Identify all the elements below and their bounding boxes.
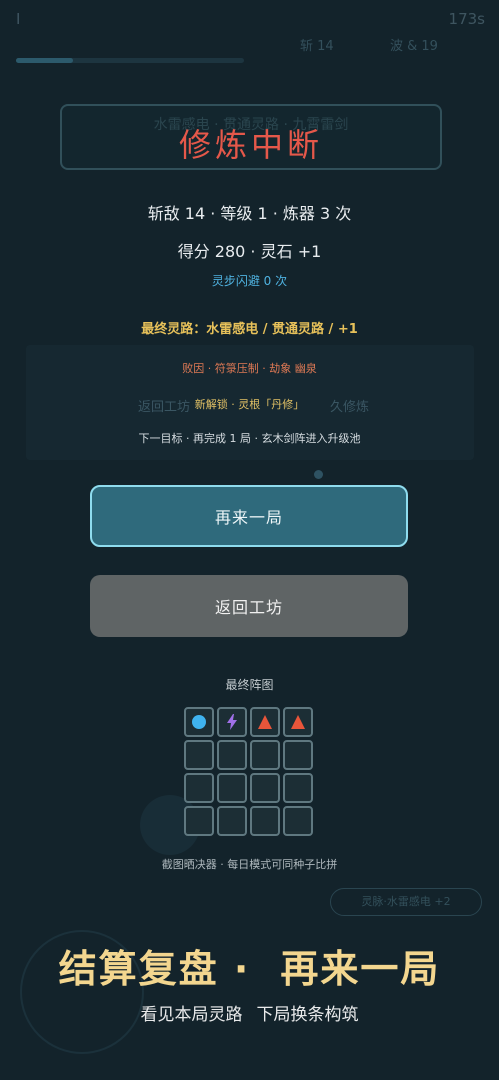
background-dot: [314, 470, 323, 479]
formation-cell: [283, 773, 313, 803]
result-new-unlock: 新解锁 · 灵根「丹修」: [194, 398, 305, 411]
formation-cell: [217, 806, 247, 836]
result-title-box: 水雷感电 · 贯通灵路 · 九霄雷剑 修炼中断: [60, 104, 442, 170]
formation-footer: 截图晒决器 · 每日模式可同种子比拼: [161, 858, 338, 871]
promo-banner-title: 结算复盘 · 再来一局: [0, 938, 499, 993]
final-formation-label: 最终阵图: [225, 678, 274, 692]
banner-subtitle-left: 看见本局灵路: [140, 1005, 243, 1025]
hud-progress-bar: [16, 58, 244, 63]
banner-title-left: 结算复盘 ·: [58, 947, 251, 991]
formation-cell: [217, 773, 247, 803]
water-orb-icon: [192, 715, 206, 729]
result-stats: 斩敌 14 · 等级 1 · 炼器 3 次: [147, 204, 352, 223]
hud-wave-count: 波 & 19: [390, 39, 438, 54]
fire-triangle-icon: [258, 715, 272, 729]
hud-level: Ⅰ: [16, 10, 21, 28]
background-hint-pill: 灵脉·水雷感电 +2: [330, 888, 482, 916]
banner-title-right: 再来一局: [280, 947, 441, 991]
formation-cell: [250, 806, 280, 836]
promo-banner-subtitle: 看见本局灵路 下局换条构筑: [0, 1000, 499, 1025]
formation-cell: [184, 773, 214, 803]
result-dodge: 灵步闪避 0 次: [211, 274, 288, 288]
formation-cell: [250, 707, 280, 737]
lightning-icon: [227, 714, 237, 730]
formation-cell: [217, 707, 247, 737]
retry-button[interactable]: 再来一局: [90, 485, 408, 547]
result-defeat-cause: 败因 · 符箓压制 · 劫象 幽泉: [182, 362, 317, 375]
hud-kill-count: 斩 14: [300, 39, 334, 54]
result-final-route: 最终灵路：水雷感电 / 贯通灵路 / +1: [141, 322, 358, 337]
result-title: 修炼中断: [178, 126, 323, 164]
formation-cell: [283, 806, 313, 836]
formation-cell: [184, 707, 214, 737]
formation-cell: [184, 740, 214, 770]
formation-cell: [184, 806, 214, 836]
final-formation-grid: [184, 707, 316, 836]
fire-triangle-icon: [291, 715, 305, 729]
formation-cell: [217, 740, 247, 770]
formation-cell: [283, 707, 313, 737]
formation-cell: [250, 740, 280, 770]
formation-cell: [283, 740, 313, 770]
result-score: 得分 280 · 灵石 +1: [177, 242, 322, 261]
banner-subtitle-right: 下局换条构筑: [256, 1005, 359, 1025]
formation-cell: [250, 773, 280, 803]
hud-timer: 173s: [448, 10, 485, 28]
back-to-workshop-button[interactable]: 返回工坊: [90, 575, 408, 637]
result-next-goal: 下一目标 · 再完成 1 局 · 玄木剑阵进入升级池: [138, 432, 361, 445]
